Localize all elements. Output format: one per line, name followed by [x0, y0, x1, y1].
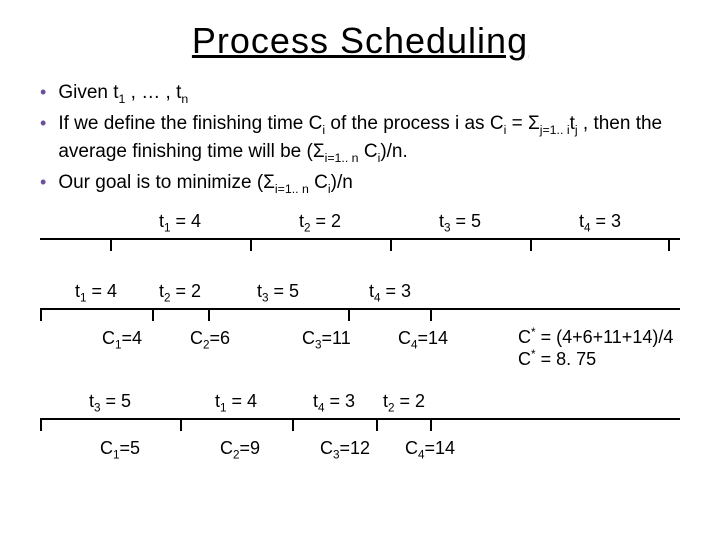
- bullet-3-text: Our goal is to minimize (Σi=1.. n Ci)/n: [58, 170, 680, 197]
- timeline-1-seg-3: t3 = 5: [390, 212, 530, 234]
- bullet-3: • Our goal is to minimize (Σi=1.. n Ci)/…: [40, 170, 680, 197]
- average-note-line-2: C* = 8. 75: [518, 348, 673, 371]
- timeline-3-c1: C1=5: [100, 438, 140, 462]
- bullet-icon: •: [40, 170, 46, 194]
- timeline-2-seg-2: t2 = 2: [152, 282, 208, 304]
- timeline-3-seg-3: t4 = 3: [292, 392, 376, 414]
- timeline-2-seg-4: t4 = 3: [348, 282, 432, 304]
- bullet-1-text: Given t1 , … , tn: [58, 80, 680, 107]
- timeline-2-c2: C2=6: [190, 328, 230, 352]
- timeline-3-seg-1: t3 = 5: [40, 392, 180, 414]
- timeline-3-seg-4: t2 = 2: [376, 392, 432, 414]
- timeline-1-seg-1: t1 = 4: [110, 212, 250, 234]
- timeline-1-seg-2: t2 = 2: [250, 212, 390, 234]
- average-note-line-1: C* = (4+6+11+14)/4: [518, 326, 673, 349]
- timeline-1: t1 = 4 t2 = 2 t3 = 5 t4 = 3: [40, 238, 680, 240]
- timeline-2-c1: C1=4: [102, 328, 142, 352]
- page-title: Process Scheduling: [0, 20, 720, 62]
- timeline-2: t1 = 4 t2 = 2 t3 = 5 t4 = 3: [40, 308, 680, 310]
- timeline-2-c3: C3=11: [302, 328, 351, 352]
- bullet-2-text: If we define the finishing time Ci of th…: [58, 111, 680, 166]
- timeline-2-seg-1: t1 = 4: [40, 282, 152, 304]
- bullet-1: • Given t1 , … , tn: [40, 80, 680, 107]
- timeline-3-seg-2: t1 = 4: [180, 392, 292, 414]
- timeline-1-seg-4: t4 = 3: [530, 212, 670, 234]
- timeline-3-c3: C3=12: [320, 438, 370, 462]
- timeline-2-seg-3: t3 = 5: [208, 282, 348, 304]
- timeline-2-c4: C4=14: [398, 328, 448, 352]
- bullet-icon: •: [40, 111, 46, 135]
- bullet-icon: •: [40, 80, 46, 104]
- timeline-3: t3 = 5 t1 = 4 t4 = 3 t2 = 2: [40, 418, 680, 420]
- timeline-3-c4: C4=14: [405, 438, 455, 462]
- diagram-stage: t1 = 4 t2 = 2 t3 = 5 t4 = 3 t1 = 4 t2 = …: [40, 208, 680, 528]
- average-note: C* = (4+6+11+14)/4 C* = 8. 75: [518, 326, 673, 371]
- bullet-2: • If we define the finishing time Ci of …: [40, 111, 680, 166]
- bullet-list: • Given t1 , … , tn • If we define the f…: [40, 80, 680, 198]
- timeline-3-c2: C2=9: [220, 438, 260, 462]
